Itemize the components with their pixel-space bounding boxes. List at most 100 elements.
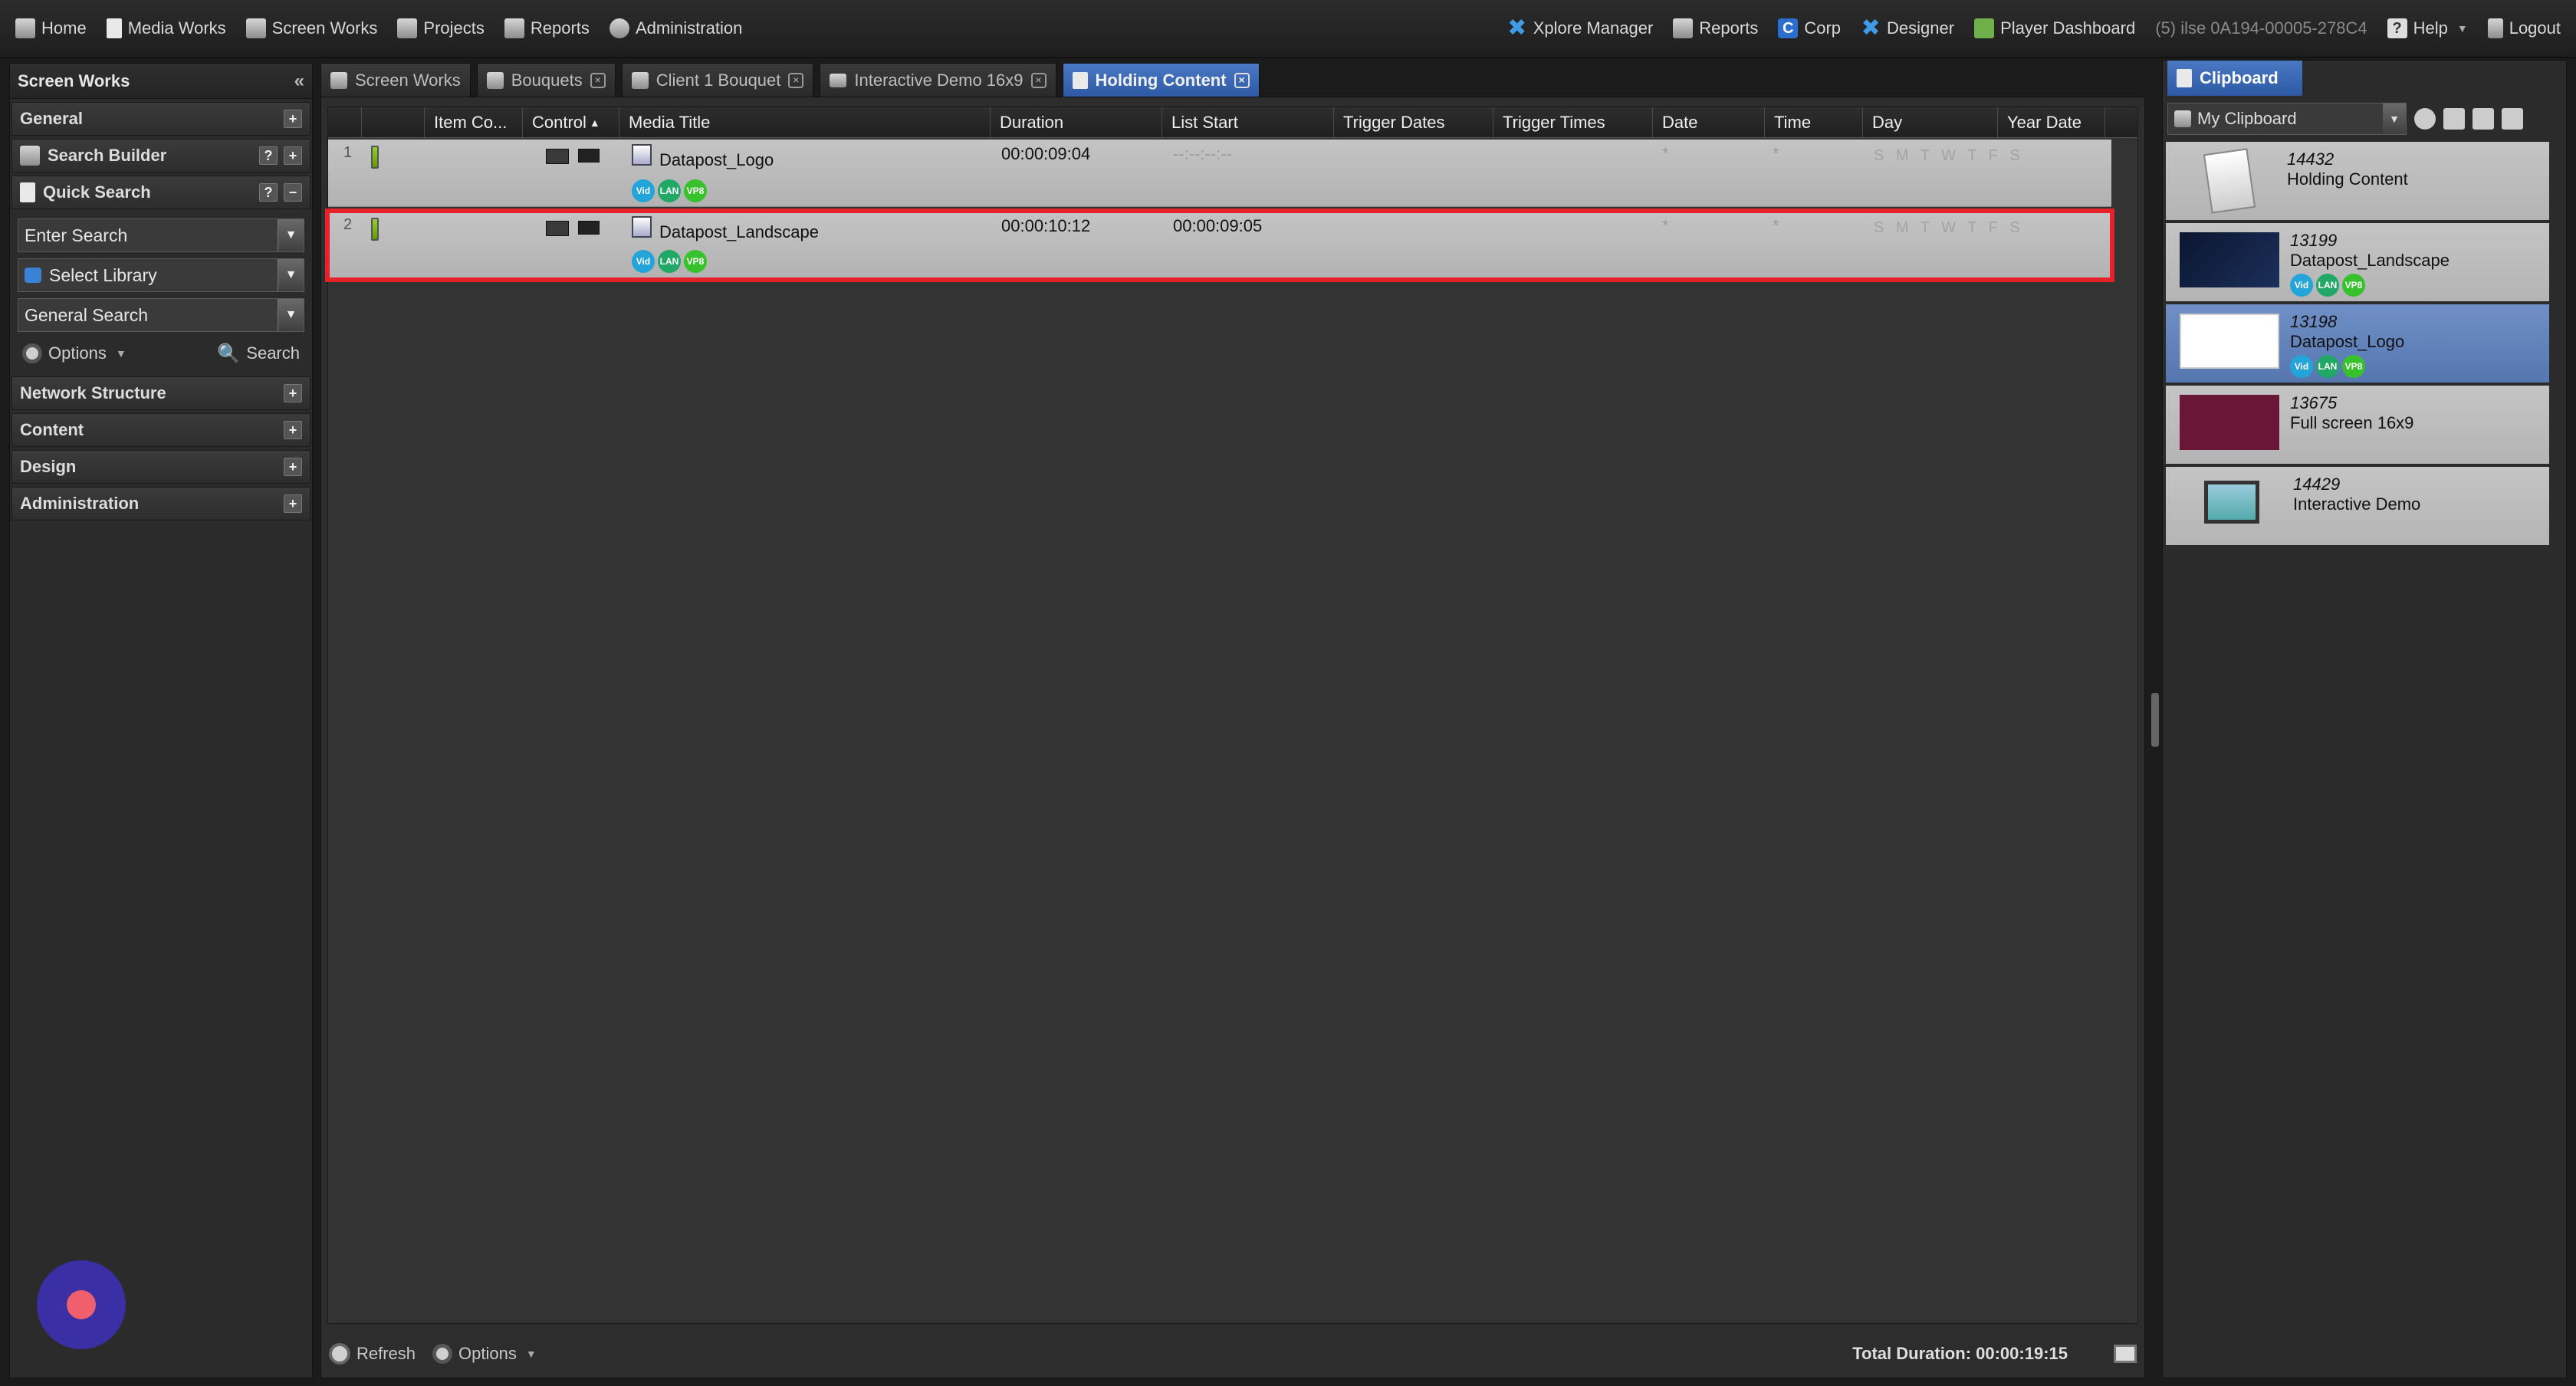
floating-action-button[interactable] — [37, 1260, 126, 1349]
column-header[interactable]: Time — [1765, 107, 1863, 137]
tab-client-1-bouquet[interactable]: Client 1 Bouquet × — [621, 63, 814, 97]
column-header[interactable]: Duration — [991, 107, 1162, 137]
tab-clipboard[interactable]: Clipboard — [2167, 61, 2302, 96]
general-search-combo[interactable]: General Search ▼ — [18, 298, 304, 332]
nav-screen-works[interactable]: Screen Works — [245, 18, 377, 38]
export-icon[interactable] — [2443, 108, 2465, 130]
clipboard-selector[interactable]: My Clipboard ▼ — [2167, 103, 2407, 135]
clip-id: 13675 — [2290, 393, 2338, 412]
section-general[interactable]: General + — [12, 102, 310, 136]
column-header[interactable]: Trigger Times — [1493, 107, 1653, 137]
refresh-button[interactable]: Refresh — [329, 1343, 416, 1365]
nav-xplore-manager[interactable]: ✖ Xplore Manager — [1507, 17, 1653, 40]
table-row[interactable]: 1 Datapost_Logo Vid LAN VP8 00:00:09:04 … — [328, 140, 2111, 207]
nav-corp[interactable]: C Corp — [1778, 18, 1841, 38]
column-header[interactable] — [328, 107, 362, 137]
nav-logout[interactable]: Logout — [2487, 18, 2561, 38]
column-header[interactable]: Item Co... — [425, 107, 523, 137]
clipboard-item[interactable]: 14429 Interactive Demo — [2166, 467, 2549, 545]
refresh-icon[interactable] — [2414, 108, 2436, 130]
nav-home[interactable]: Home — [15, 18, 87, 38]
screen-control-icon[interactable] — [546, 149, 569, 164]
column-header[interactable]: Date — [1653, 107, 1765, 137]
nav-media-works[interactable]: Media Works — [106, 18, 226, 38]
nav-projects[interactable]: Projects — [397, 18, 485, 38]
table-row-selected[interactable]: 2 Datapost_Landscape Vid LAN VP8 00:00:1… — [325, 209, 2114, 282]
nav-reports-secondary[interactable]: Reports — [1673, 18, 1758, 38]
expand-icon[interactable]: + — [284, 110, 302, 128]
video-control-icon[interactable] — [578, 221, 600, 235]
select-library-label: Select Library — [49, 264, 157, 285]
expand-icon[interactable]: + — [284, 494, 302, 513]
nav-player-dashboard[interactable]: Player Dashboard — [1974, 18, 2135, 38]
panel-splitter-handle[interactable] — [2151, 693, 2159, 747]
chevron-down-icon[interactable]: ▼ — [2383, 103, 2406, 134]
chevron-down-icon: ▼ — [2456, 22, 2468, 34]
options-button[interactable]: Options ▼ — [432, 1344, 537, 1364]
column-header[interactable]: Year Date — [1998, 107, 2105, 137]
chevron-down-icon[interactable]: ▼ — [278, 299, 304, 331]
tab-screen-works[interactable]: Screen Works — [320, 63, 471, 97]
clipboard-item-selected[interactable]: 13198 Datapost_Logo Vid LAN VP8 — [2166, 304, 2549, 383]
chevron-down-icon[interactable]: ▼ — [278, 259, 304, 291]
media-title-cell: Datapost_Landscape — [659, 222, 819, 242]
row-number: 1 — [343, 144, 353, 161]
clipboard-menu-icon[interactable] — [2502, 108, 2523, 130]
help-icon[interactable]: ? — [259, 146, 278, 165]
clipboard-item[interactable]: 14432 Holding Content — [2166, 142, 2549, 220]
column-header[interactable] — [362, 107, 425, 137]
expand-icon[interactable]: + — [284, 421, 302, 439]
collapse-panel-icon[interactable]: « — [294, 71, 304, 92]
collapse-icon[interactable]: − — [284, 183, 302, 202]
color-thumbnail — [2180, 395, 2279, 450]
chevron-down-icon[interactable]: ▼ — [278, 219, 304, 251]
section-quick-search[interactable]: Quick Search ? − — [12, 176, 310, 209]
close-icon[interactable]: × — [1030, 72, 1046, 88]
nav-reports[interactable]: Reports — [504, 18, 590, 38]
clipboard-item[interactable]: 13199 Datapost_Landscape Vid LAN VP8 — [2166, 223, 2549, 301]
clipboard-item[interactable]: 13675 Full screen 16x9 — [2166, 386, 2549, 464]
tab-label: Screen Works — [355, 70, 461, 90]
search-button[interactable]: 🔍 Search — [217, 343, 300, 365]
clip-name: Full screen 16x9 — [2290, 413, 2414, 432]
tab-bar: Screen Works Bouquets × Client 1 Bouquet ×… — [320, 60, 2145, 97]
enter-search-input[interactable]: Enter Search — [25, 225, 127, 246]
close-icon[interactable]: × — [788, 72, 804, 88]
section-design[interactable]: Design + — [12, 450, 310, 484]
tab-interactive-demo[interactable]: Interactive Demo 16x9 × — [820, 63, 1056, 97]
nav-help[interactable]: ? Help ▼ — [2387, 18, 2468, 38]
expand-icon[interactable]: + — [284, 458, 302, 476]
search-icon: 🔍 — [217, 343, 241, 364]
enter-search-combo[interactable]: Enter Search ▼ — [18, 218, 304, 252]
nav-designer[interactable]: ✖ Designer — [1861, 17, 1954, 40]
column-header[interactable]: Media Title — [619, 107, 991, 137]
screen-preview-icon[interactable] — [2114, 1345, 2137, 1363]
column-header[interactable]: List Start — [1162, 107, 1334, 137]
section-label: Search Builder — [48, 146, 167, 165]
section-network-structure[interactable]: Network Structure + — [12, 376, 310, 410]
close-icon[interactable]: × — [590, 72, 606, 88]
options-button[interactable]: Options ▼ — [22, 343, 127, 363]
help-icon[interactable]: ? — [259, 183, 278, 202]
row-number: 2 — [343, 216, 353, 233]
list-start-cell: 00:00:09:05 — [1173, 216, 1263, 235]
nav-administration[interactable]: Administration — [609, 18, 742, 38]
expand-icon[interactable]: + — [284, 384, 302, 402]
nav-label: Player Dashboard — [2000, 18, 2136, 38]
section-administration[interactable]: Administration + — [12, 487, 310, 521]
column-header[interactable]: Day — [1863, 107, 1998, 137]
video-control-icon[interactable] — [578, 149, 600, 163]
section-content[interactable]: Content + — [12, 413, 310, 447]
tab-bouquets[interactable]: Bouquets × — [476, 63, 616, 97]
options-label: Options — [48, 343, 107, 363]
section-search-builder[interactable]: Search Builder ? + — [12, 139, 310, 172]
tab-holding-content[interactable]: Holding Content × — [1062, 63, 1260, 97]
column-header-control[interactable]: Control ▲ — [523, 107, 619, 137]
select-library-combo[interactable]: Select Library ▼ — [18, 258, 304, 292]
screen-control-icon[interactable] — [546, 221, 569, 236]
column-header[interactable]: Trigger Dates — [1334, 107, 1493, 137]
help-icon[interactable] — [2472, 108, 2494, 130]
close-icon[interactable]: × — [1234, 72, 1250, 88]
badge-lan: LAN — [658, 250, 681, 273]
expand-icon[interactable]: + — [284, 146, 302, 165]
